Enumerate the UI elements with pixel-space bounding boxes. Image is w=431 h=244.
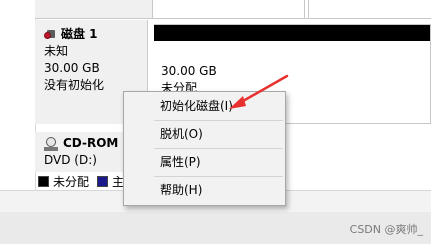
disk-1-name: 磁盘 1 <box>61 27 98 41</box>
legend: 未分配 主 <box>38 172 124 190</box>
partition-size: 30.00 GB <box>161 64 217 78</box>
menu-item-properties[interactable]: 属性(P) <box>126 151 283 174</box>
menu-item-initialize-disk[interactable]: 初始化磁盘(I) <box>126 95 283 118</box>
previous-disk-row <box>35 0 431 19</box>
cdrom-icon <box>44 136 58 151</box>
cdrom-name: CD-ROM <box>63 136 119 150</box>
menu-separator <box>154 176 283 177</box>
previous-partition-b <box>308 0 427 18</box>
watermark: CSDN @爽帅_ <box>349 223 423 236</box>
menu-item-help[interactable]: 帮助(H) <box>126 179 283 202</box>
disk-1-type: 未知 <box>44 44 69 58</box>
menu-separator <box>154 120 283 121</box>
left-gutter <box>0 0 36 190</box>
disk-1-size: 30.00 GB <box>44 61 100 75</box>
previous-partition-a <box>154 0 305 18</box>
disk-uninitialized-icon <box>44 29 57 40</box>
legend-swatch-primary <box>97 175 109 187</box>
partition-color-bar <box>154 25 430 41</box>
previous-disk-info <box>35 0 153 18</box>
menu-item-offline[interactable]: 脱机(O) <box>126 123 283 146</box>
legend-label-unallocated: 未分配 <box>53 174 90 189</box>
legend-swatch-unallocated <box>38 175 49 187</box>
context-menu: 初始化磁盘(I) 脱机(O) 属性(P) 帮助(H) <box>123 91 286 206</box>
menu-separator <box>154 148 283 149</box>
